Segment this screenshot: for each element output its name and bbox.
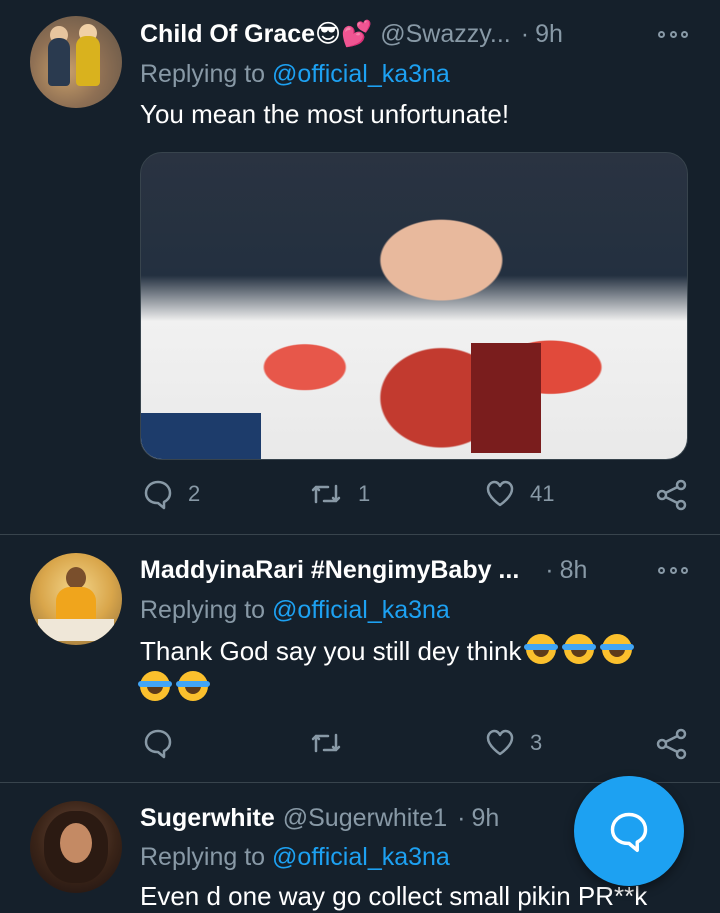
compose-reply-icon xyxy=(610,812,648,852)
timestamp[interactable]: 8h xyxy=(560,556,588,585)
user-handle[interactable]: @Sugerwhite1 xyxy=(283,804,447,833)
replying-prefix: Replying to xyxy=(140,843,273,871)
avatar[interactable] xyxy=(30,801,122,893)
reply-icon xyxy=(144,480,172,510)
tweet-header: Sugerwhite @Sugerwhite1 · 9h xyxy=(140,802,499,834)
share-icon xyxy=(656,479,687,511)
share-icon xyxy=(656,728,687,760)
replying-to: Replying to @official_ka3na xyxy=(140,843,450,872)
separator-dot: · xyxy=(457,803,466,832)
tweet-media-image[interactable] xyxy=(140,152,688,460)
retweet-icon xyxy=(311,733,341,753)
retweet-button[interactable]: 1 xyxy=(308,478,370,510)
share-button[interactable] xyxy=(655,478,689,512)
display-name[interactable]: Sugerwhite xyxy=(140,804,275,833)
tears-of-joy-emoji-icon xyxy=(523,634,558,664)
retweet-button[interactable] xyxy=(308,727,358,759)
replying-to-link[interactable]: @official_ka3na xyxy=(272,843,450,871)
tweet-text-content: Thank God say you still dey think xyxy=(140,636,522,666)
replying-prefix: Replying to xyxy=(140,596,273,624)
tears-of-joy-emoji-icon xyxy=(138,671,172,701)
retweet-count: 1 xyxy=(358,481,371,506)
replying-to: Replying to @official_ka3na xyxy=(140,60,450,89)
tears-of-joy-emoji-icon xyxy=(176,671,210,701)
reply-icon xyxy=(144,729,172,759)
tweet-text: You mean the most unfortunate! xyxy=(140,99,510,129)
avatar[interactable] xyxy=(30,553,122,645)
tweet-actions: 2 1 41 xyxy=(0,478,720,518)
share-button[interactable] xyxy=(655,727,689,761)
tweet-text: Thank God say you still dey think xyxy=(140,634,634,668)
replying-to-link[interactable]: @official_ka3na xyxy=(272,596,450,624)
heart-icon xyxy=(486,480,514,507)
replying-to: Replying to @official_ka3na xyxy=(140,596,450,625)
reply-button[interactable] xyxy=(142,727,188,759)
tweet-actions: 3 xyxy=(0,727,720,767)
separator-dot: · xyxy=(545,555,554,584)
more-options-icon[interactable] xyxy=(658,28,688,40)
like-count: 41 xyxy=(530,481,555,506)
tweet-header: Child Of Grace😎💕 @Swazzy... · 9h xyxy=(140,18,563,50)
separator-dot: · xyxy=(520,19,530,48)
tweet-text: Even d one way go collect small pikin PR… xyxy=(140,881,648,911)
tweet-header: MaddyinaRari #NengimyBaby ... · 8h xyxy=(140,554,587,586)
like-button[interactable]: 3 xyxy=(484,727,542,759)
avatar[interactable] xyxy=(30,16,122,108)
more-options-icon[interactable] xyxy=(658,564,688,576)
heart-icon xyxy=(486,729,514,756)
timestamp[interactable]: 9h xyxy=(535,20,563,49)
replying-to-link[interactable]: @official_ka3na xyxy=(272,60,450,88)
replying-prefix: Replying to xyxy=(140,60,273,88)
reply-count: 2 xyxy=(188,481,201,506)
like-count: 3 xyxy=(530,730,543,755)
tweet-1[interactable]: Child Of Grace😎💕 @Swazzy... · 9h Replyin… xyxy=(0,0,720,534)
tweet-2[interactable]: MaddyinaRari #NengimyBaby ... · 8h Reply… xyxy=(0,535,720,782)
tweet-text-line-2 xyxy=(138,671,210,705)
reply-button[interactable]: 2 xyxy=(142,478,200,510)
user-handle[interactable]: @Swazzy... xyxy=(380,20,511,49)
tears-of-joy-emoji-icon xyxy=(599,634,634,664)
tears-of-joy-emoji-icon xyxy=(561,634,596,664)
like-button[interactable]: 41 xyxy=(484,478,554,510)
retweet-icon xyxy=(311,484,341,504)
display-name[interactable]: MaddyinaRari #NengimyBaby ... xyxy=(140,556,519,585)
display-name[interactable]: Child Of Grace😎💕 xyxy=(140,19,372,49)
compose-reply-button[interactable] xyxy=(574,776,684,886)
timestamp[interactable]: 9h xyxy=(471,804,499,833)
